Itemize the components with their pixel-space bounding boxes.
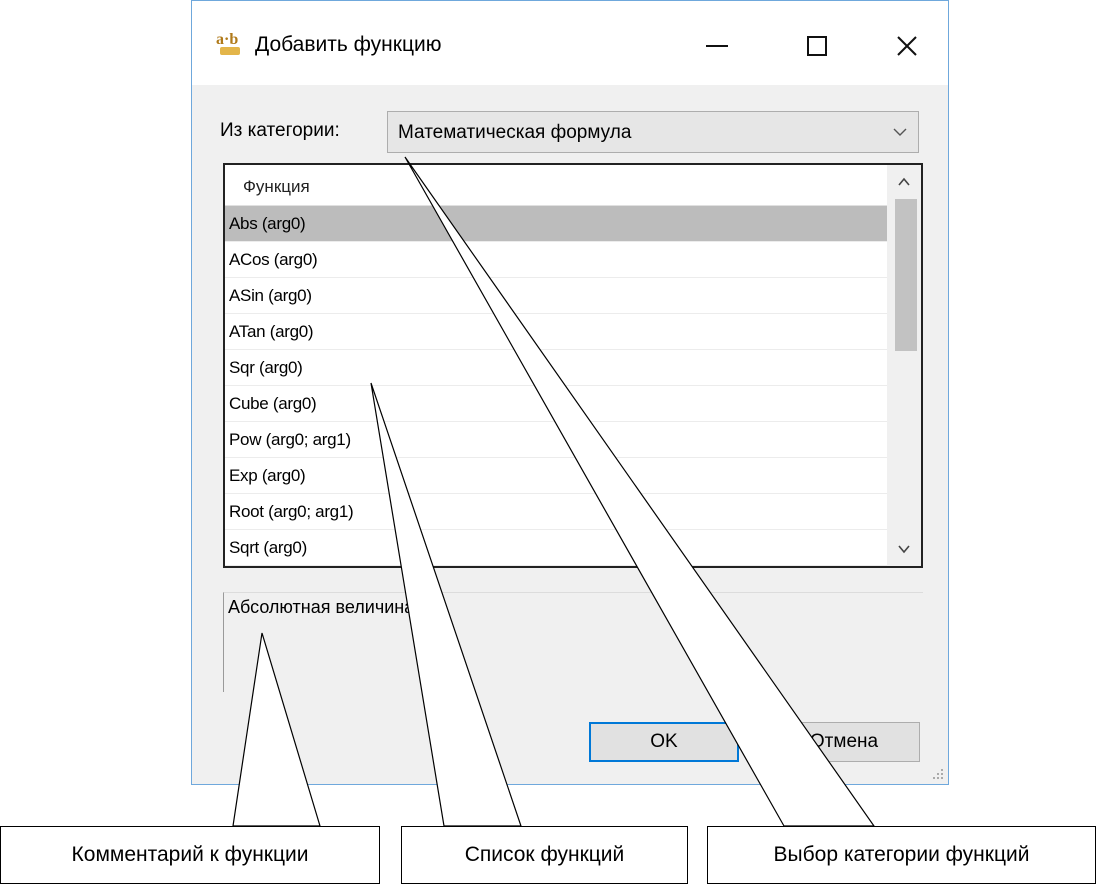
list-item[interactable]: Sqr (arg0) — [225, 350, 887, 386]
list-item[interactable]: Cube (arg0) — [225, 386, 887, 422]
list-item[interactable]: ACos (arg0) — [225, 242, 887, 278]
callout-function-list: Список функций — [401, 826, 688, 884]
list-item[interactable]: Sqrt (arg0) — [225, 530, 887, 566]
list-item[interactable]: ATan (arg0) — [225, 314, 887, 350]
minimize-button[interactable] — [682, 21, 752, 71]
window-title: Добавить функцию — [255, 33, 442, 56]
resize-grip-icon[interactable] — [932, 768, 944, 780]
category-select[interactable]: Математическая формула — [387, 111, 919, 153]
list-item-label: Pow (arg0; arg1) — [229, 430, 351, 449]
cancel-button[interactable]: Отмена — [768, 722, 920, 762]
function-list[interactable]: Функция Abs (arg0) ACos (arg0) ASin (arg… — [223, 163, 923, 568]
chevron-down-icon — [898, 545, 910, 554]
add-function-dialog: a·b Добавить функцию Из категории: Матем… — [191, 0, 949, 785]
category-value: Математическая формула — [398, 122, 632, 143]
title-bar: a·b Добавить функцию — [192, 1, 948, 85]
scroll-down-button[interactable] — [887, 532, 921, 566]
comment-text: Абсолютная величина — [228, 597, 415, 617]
category-label: Из категории: — [220, 120, 340, 141]
list-item[interactable]: ASin (arg0) — [225, 278, 887, 314]
chevron-down-icon — [893, 128, 907, 136]
chevron-up-icon — [898, 177, 910, 186]
close-icon — [897, 36, 917, 56]
list-item-label: Abs (arg0) — [229, 214, 306, 233]
list-item[interactable]: Abs (arg0) — [225, 206, 887, 242]
list-item-label: ACos (arg0) — [229, 250, 318, 269]
list-item-label: Sqrt (arg0) — [229, 538, 307, 557]
list-item-label: Cube (arg0) — [229, 394, 317, 413]
list-item[interactable]: Exp (arg0) — [225, 458, 887, 494]
minimize-icon — [706, 45, 728, 47]
list-item-label: ATan (arg0) — [229, 322, 314, 341]
list-item-label: ASin (arg0) — [229, 286, 312, 305]
ok-button[interactable]: OK — [589, 722, 739, 762]
list-item-label: Sqr (arg0) — [229, 358, 303, 377]
close-button[interactable] — [872, 21, 942, 71]
scrollbar-thumb[interactable] — [895, 199, 917, 351]
list-header[interactable]: Функция — [225, 165, 889, 206]
maximize-icon — [807, 36, 827, 56]
list-item[interactable]: Root (arg0; arg1) — [225, 494, 887, 530]
list-item-label: Exp (arg0) — [229, 466, 306, 485]
maximize-button[interactable] — [782, 21, 852, 71]
scroll-up-button[interactable] — [887, 165, 921, 199]
function-comment: Абсолютная величина — [223, 592, 923, 692]
list-item-label: Root (arg0; arg1) — [229, 502, 354, 521]
vertical-scrollbar[interactable] — [887, 165, 921, 566]
column-header-function: Функция — [243, 177, 310, 196]
callout-category: Выбор категории функций — [707, 826, 1096, 884]
callout-comment: Комментарий к функции — [0, 826, 380, 884]
ab-function-icon: a·b — [216, 31, 246, 57]
list-item[interactable]: Pow (arg0; arg1) — [225, 422, 887, 458]
